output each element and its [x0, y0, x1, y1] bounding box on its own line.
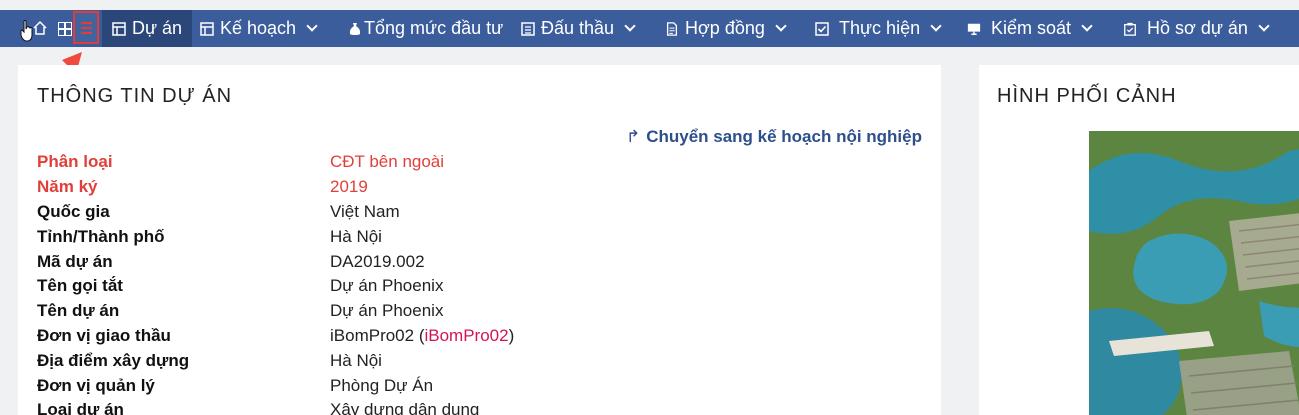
field-value-text: iBomPro02 ( — [330, 326, 425, 345]
chevron-down-icon — [775, 20, 787, 32]
field-value: Dự án Phoenix — [330, 276, 444, 295]
nav-kiem-soat[interactable]: Kiểm soát — [967, 10, 1093, 47]
field-label: Tỉnh/Thành phố — [37, 227, 165, 246]
convert-link-label: Chuyển sang kế hoạch nội nghiệp — [646, 127, 922, 146]
project-icon — [112, 21, 126, 36]
nav-dau-thau[interactable]: Đấu thầu — [521, 10, 636, 47]
contract-icon — [666, 21, 678, 36]
nav-ke-hoach[interactable]: Kế hoạch — [200, 10, 318, 47]
field-value: Xây dựng dân dụng — [330, 400, 480, 415]
perspective-title: HÌNH PHỐI CẢNH — [997, 85, 1177, 107]
chevron-down-icon — [1081, 20, 1093, 32]
contractor-code-link[interactable]: iBomPro02 — [424, 326, 508, 345]
nav-du-an[interactable]: Dự án — [102, 10, 193, 47]
field-label: Tên gọi tắt — [37, 276, 123, 295]
convert-to-internal-plan-link[interactable]: ↱ Chuyển sang kế hoạch nội nghiệp — [626, 127, 922, 147]
field-label: Tên dự án — [37, 301, 120, 320]
nav-hop-dong-label: Hợp đồng — [685, 18, 765, 38]
menu-toggle-button[interactable] — [73, 11, 99, 44]
home-icon[interactable] — [32, 20, 48, 36]
field-value: Phòng Dự Án — [330, 376, 434, 395]
field-label: Địa điểm xây dựng — [37, 351, 190, 370]
monitor-icon — [967, 23, 981, 35]
nav-tong-muc-dau-tu[interactable]: Tổng mức đầu tư — [348, 10, 503, 47]
nav-kiem-soat-label: Kiểm soát — [991, 18, 1072, 38]
nav-ho-so-du-an[interactable]: Hồ sơ dự án — [1123, 10, 1270, 47]
field-value: iBomPro02 (iBomPro02) — [330, 326, 514, 346]
field-value: CĐT bên ngoài — [330, 152, 445, 171]
field-value: DA2019.002 — [330, 252, 425, 271]
field-label: Quốc gia — [37, 202, 110, 221]
project-info-card: THÔNG TIN DỰ ÁN ↱ Chuyển sang kế hoạch n… — [18, 65, 941, 415]
chevron-down-icon — [306, 20, 318, 32]
nav-tong-muc-dau-tu-label: Tổng mức đầu tư — [364, 18, 504, 38]
nav-thuc-hien-label: Thực hiện — [839, 18, 921, 38]
nav-du-an-label: Dự án — [132, 18, 183, 38]
chevron-down-icon — [1258, 20, 1270, 32]
plan-icon — [200, 21, 214, 36]
field-value: Dự án Phoenix — [330, 301, 444, 320]
expand-plus-icon[interactable] — [58, 22, 72, 36]
field-label: Phân loại — [37, 152, 113, 171]
field-label: Đơn vị giao thầu — [37, 326, 171, 345]
main-navbar: Dự án Kế hoạch Tổng mức đầu tư Đấu thầu … — [0, 10, 1299, 47]
project-info-title: THÔNG TIN DỰ ÁN — [37, 85, 233, 107]
hand-cursor-icon — [20, 20, 33, 42]
field-value: Hà Nội — [330, 227, 382, 246]
field-label: Loại dự án — [37, 400, 124, 415]
money-bag-icon — [349, 22, 361, 35]
perspective-card: HÌNH PHỐI CẢNH — [979, 65, 1299, 415]
nav-ho-so-du-an-label: Hồ sơ dự án — [1147, 18, 1248, 38]
bidding-icon — [521, 21, 535, 36]
field-value: 2019 — [330, 177, 368, 196]
chevron-down-icon — [930, 20, 942, 32]
document-check-icon — [1124, 22, 1136, 36]
field-value: Việt Nam — [330, 202, 400, 221]
nav-dau-thau-label: Đấu thầu — [541, 18, 615, 38]
field-value-suffix: ) — [508, 326, 515, 345]
checkbox-icon — [815, 21, 829, 36]
nav-hop-dong[interactable]: Hợp đồng — [665, 10, 787, 47]
field-value: Hà Nội — [330, 351, 382, 370]
redirect-arrow-icon: ↱ — [625, 127, 641, 146]
nav-ke-hoach-label: Kế hoạch — [220, 18, 297, 38]
field-label: Mã dự án — [37, 252, 113, 271]
chevron-down-icon — [624, 20, 636, 32]
perspective-image[interactable] — [1089, 131, 1299, 415]
field-label: Năm ký — [37, 177, 98, 196]
nav-thuc-hien[interactable]: Thực hiện — [815, 10, 942, 47]
field-label: Đơn vị quản lý — [37, 376, 155, 395]
